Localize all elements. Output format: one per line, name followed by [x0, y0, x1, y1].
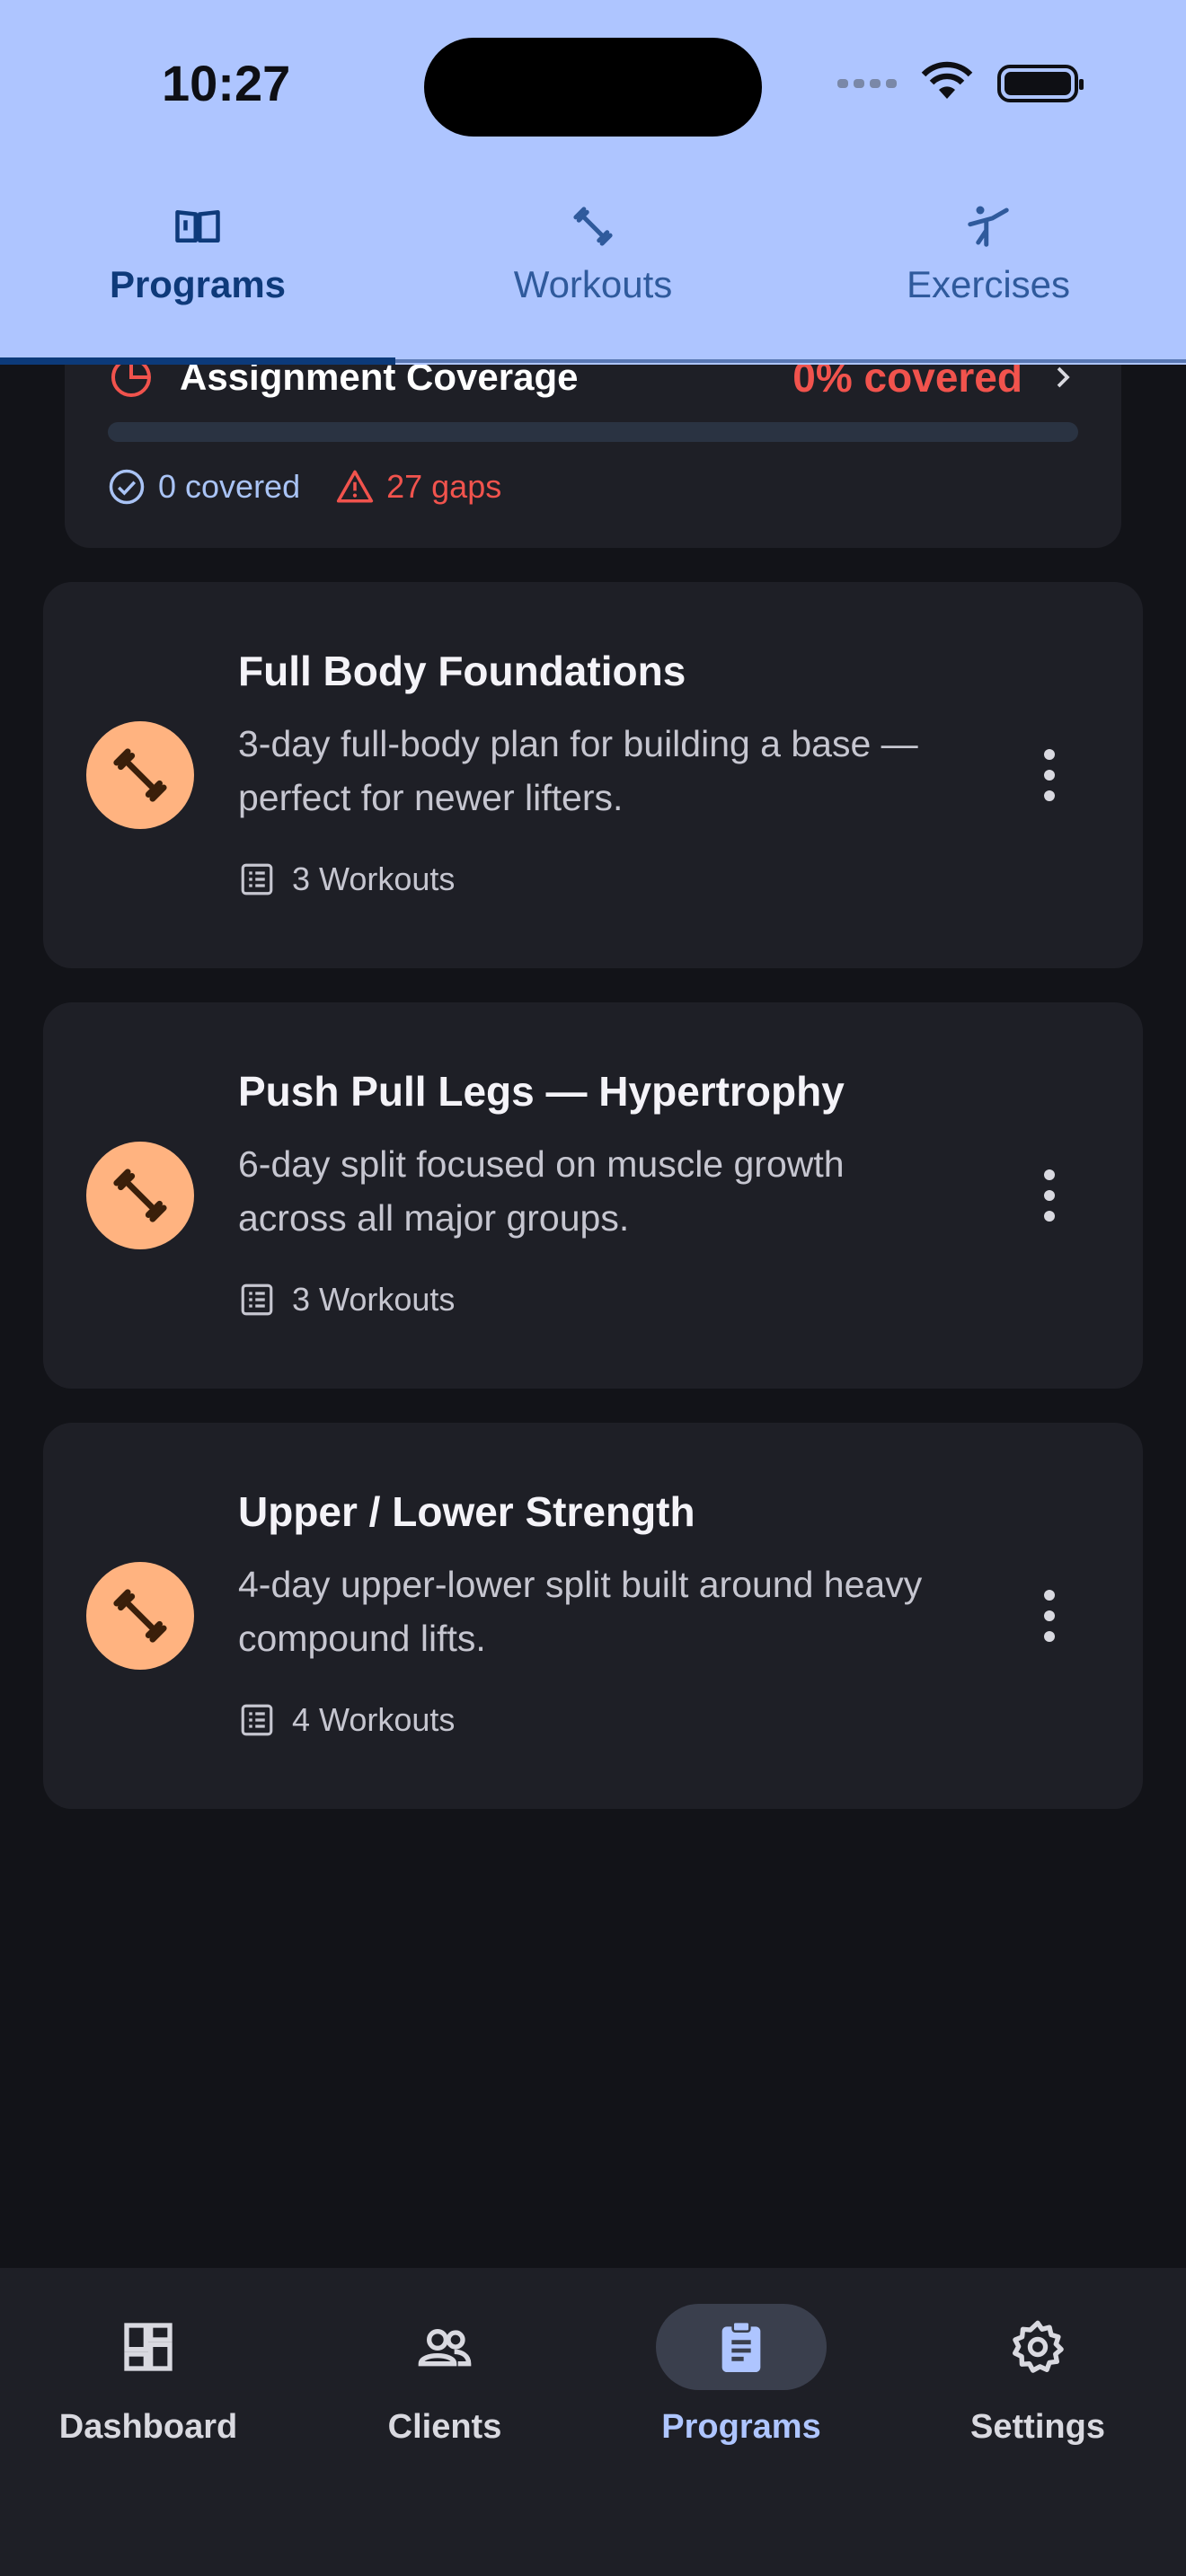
tab-label: Exercises	[906, 263, 1071, 305]
program-list: Full Body Foundations 3-day full-body pl…	[43, 582, 1143, 1809]
dynamic-island	[424, 38, 762, 137]
program-card[interactable]: Push Pull Legs — Hypertrophy 6-day split…	[43, 1002, 1143, 1389]
more-options-icon[interactable]	[1031, 1164, 1067, 1227]
tab-label: Programs	[109, 263, 287, 305]
nav-programs[interactable]: Programs	[593, 2268, 890, 2576]
program-description: 4-day upper-lower split built around hea…	[238, 1564, 923, 1659]
workouts-count: 3 Workouts	[292, 1281, 456, 1318]
program-avatar	[86, 1142, 194, 1249]
program-meta: 3 Workouts	[238, 860, 455, 898]
tab-programs[interactable]: Programs	[0, 202, 395, 328]
program-avatar	[86, 1562, 194, 1670]
program-description: 6-day split focused on muscle growth acr…	[238, 1143, 845, 1239]
nav-label: Dashboard	[58, 2408, 238, 2446]
gaps-label: 27 gaps	[386, 468, 502, 505]
gaps-stat: 27 gaps	[336, 468, 501, 506]
workouts-count: 4 Workouts	[292, 1701, 456, 1738]
program-card[interactable]: Full Body Foundations 3-day full-body pl…	[43, 582, 1143, 968]
bottom-navigation: Dashboard Clients Programs Settings	[0, 2268, 1186, 2576]
nav-settings[interactable]: Settings	[890, 2268, 1186, 2576]
chevron-right-icon	[1057, 366, 1070, 388]
wifi-icon	[920, 61, 974, 105]
program-description: 3-day full-body plan for building a base…	[238, 723, 918, 818]
nav-label: Programs	[661, 2408, 821, 2446]
coverage-stats: 0 covered 27 gaps	[108, 460, 501, 514]
program-avatar	[86, 721, 194, 829]
dumbbell-icon	[573, 207, 613, 246]
list-icon	[241, 1284, 273, 1316]
program-card[interactable]: Upper / Lower Strength 4-day upper-lower…	[43, 1423, 1143, 1809]
top-tabs: Programs Workouts Exercises	[0, 202, 1186, 328]
nav-dashboard[interactable]: Dashboard	[0, 2268, 296, 2576]
nav-pill	[656, 2304, 827, 2390]
covered-label: 0 covered	[158, 468, 301, 505]
nav-label: Clients	[387, 2408, 502, 2446]
tab-workouts[interactable]: Workouts	[395, 202, 791, 328]
program-title: Full Body Foundations	[238, 648, 686, 694]
gear-icon	[1013, 2320, 1064, 2373]
clipboard-icon	[721, 2320, 761, 2372]
dumbbell-icon	[113, 748, 167, 802]
check-circle-icon	[109, 469, 145, 505]
clients-icon	[418, 2329, 472, 2367]
nav-clients[interactable]: Clients	[296, 2268, 593, 2576]
nav-label: Settings	[970, 2408, 1105, 2446]
app-header: 10:27 Programs Workouts Exercises	[0, 0, 1186, 365]
program-meta: 3 Workouts	[238, 1281, 455, 1319]
warning-icon	[336, 470, 374, 503]
tab-label: Workouts	[513, 263, 673, 305]
workouts-count: 3 Workouts	[292, 860, 456, 897]
status-time: 10:27	[162, 55, 291, 111]
dashboard-icon	[124, 2323, 173, 2371]
program-meta: 4 Workouts	[238, 1701, 455, 1739]
status-icons	[837, 61, 1084, 105]
battery-icon	[997, 64, 1084, 102]
list-icon	[241, 1704, 273, 1736]
dumbbell-icon	[113, 1589, 167, 1643]
dumbbell-icon	[113, 1169, 167, 1222]
tab-exercises[interactable]: Exercises	[791, 202, 1186, 328]
program-title: Push Pull Legs — Hypertrophy	[238, 1068, 845, 1115]
covered-stat: 0 covered	[108, 468, 300, 506]
nav-pill	[359, 2304, 530, 2390]
list-icon	[241, 863, 273, 895]
nav-pill	[952, 2304, 1123, 2390]
more-options-icon[interactable]	[1031, 1584, 1067, 1647]
martial-arts-icon	[968, 206, 1009, 247]
program-title: Upper / Lower Strength	[238, 1488, 695, 1535]
cellular-signal-icon	[837, 78, 897, 88]
coverage-progress-bar	[108, 422, 1078, 442]
nav-pill	[63, 2304, 234, 2390]
active-tab-indicator	[0, 357, 395, 365]
more-options-icon[interactable]	[1031, 744, 1067, 807]
book-open-icon	[175, 210, 220, 243]
